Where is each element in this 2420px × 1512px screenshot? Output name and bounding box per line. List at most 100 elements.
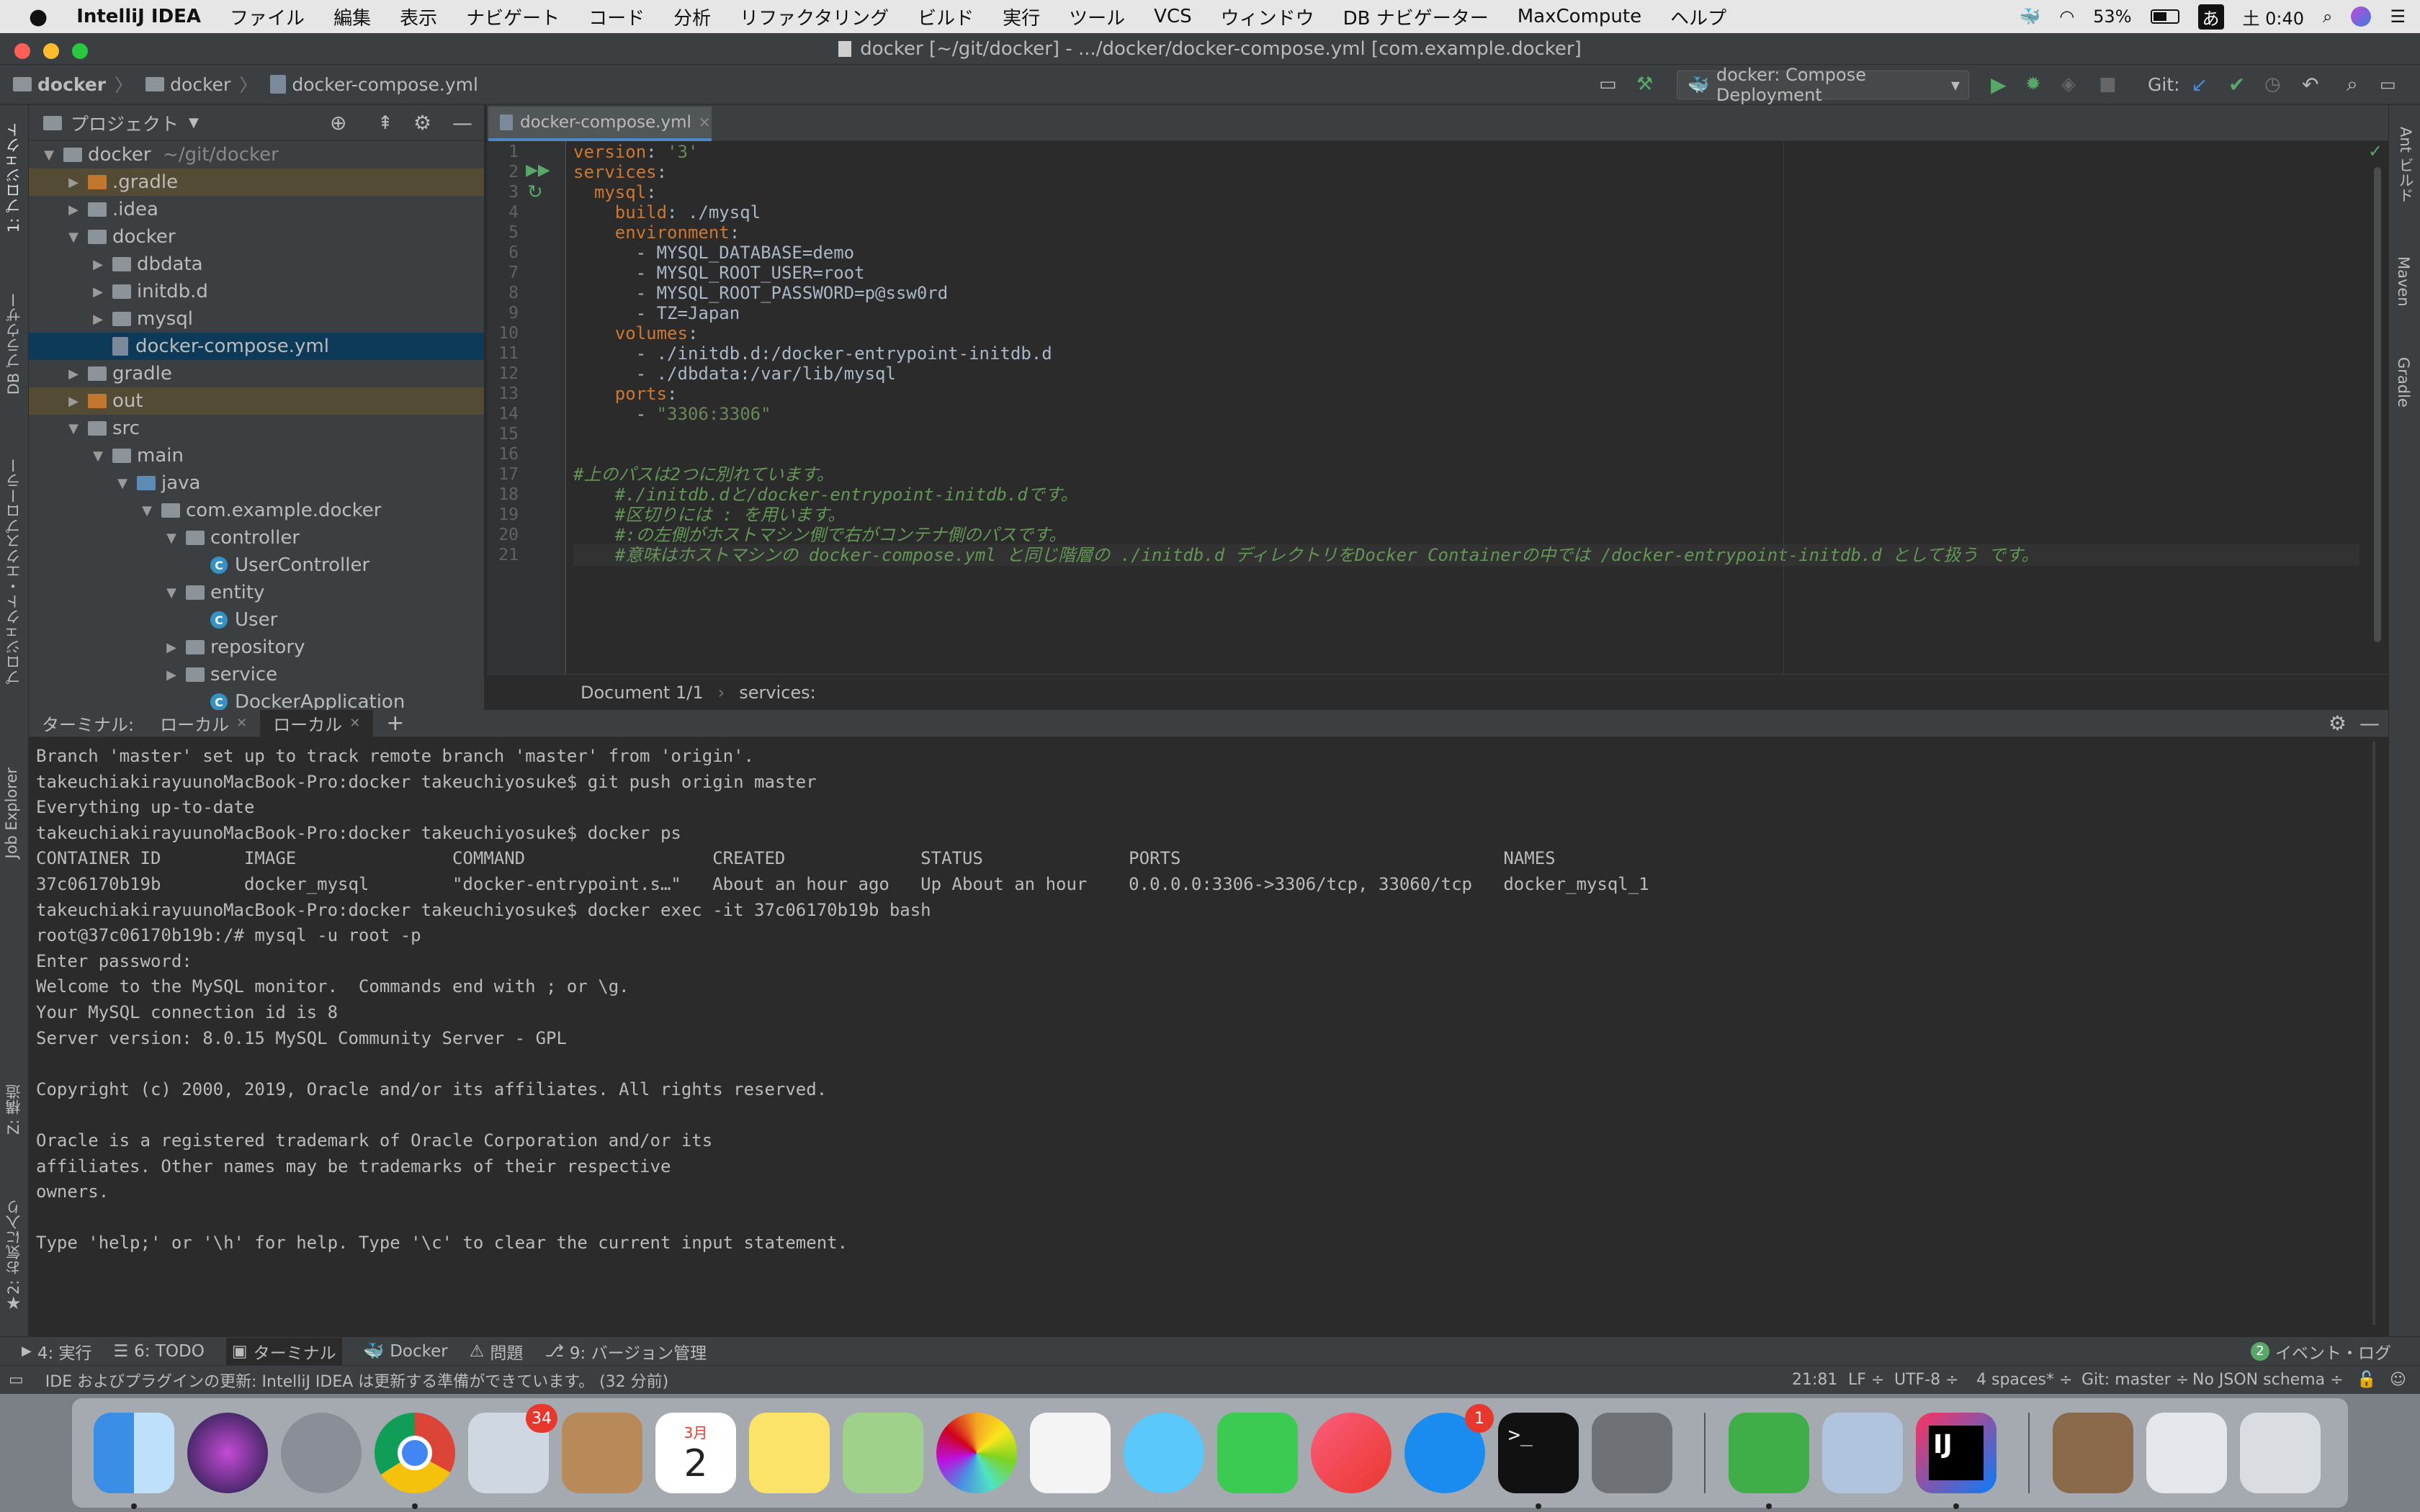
project-panel-title[interactable]: プロジェクト (71, 110, 179, 136)
expanded-arrow-icon[interactable]: ▼ (91, 449, 105, 464)
terminal-app-icon[interactable]: >_ (1498, 1413, 1579, 1493)
tab-project[interactable]: 1: プロジェクト (3, 122, 24, 233)
terminal-tab-local-1[interactable]: ローカル ✕ (147, 710, 260, 737)
terminal-output[interactable]: Branch 'master' set up to track remote b… (36, 746, 2355, 1322)
more-actions-icon[interactable]: ▭ (2380, 74, 2396, 94)
messages-icon[interactable] (1124, 1413, 1204, 1493)
wifi-icon[interactable]: ◠ (2059, 6, 2074, 27)
debug-icon[interactable]: ✹ (2025, 73, 2041, 95)
window-minimize-button[interactable] (43, 43, 59, 59)
tab-job-explorer[interactable]: Job Explorer (3, 768, 20, 858)
close-icon[interactable]: ✕ (236, 716, 247, 731)
editor-tab-docker-compose[interactable]: docker-compose.yml ✕ (488, 107, 712, 141)
menu-analyze[interactable]: 分析 (673, 4, 711, 30)
vcs-commit-icon[interactable]: ✔ (2228, 73, 2245, 96)
menu-db-navigator[interactable]: DB ナビゲーター (1343, 4, 1489, 30)
mail-icon[interactable]: 34 (468, 1404, 557, 1493)
indent-select[interactable]: 4 spaces* ÷ (1976, 1371, 2072, 1389)
window-close-button[interactable] (14, 43, 30, 59)
tree-item[interactable]: C UserController (29, 552, 484, 579)
contacts-icon[interactable] (562, 1413, 642, 1493)
menu-vcs[interactable]: VCS (1154, 6, 1191, 27)
tree-item[interactable]: docker-compose.yml (29, 333, 484, 360)
menu-refactor[interactable]: リファクタリング (740, 4, 889, 30)
gear-icon[interactable]: ⚙ (413, 111, 431, 135)
expanded-arrow-icon[interactable]: ▼ (66, 421, 81, 436)
collapsed-arrow-icon[interactable]: ▶ (91, 312, 105, 327)
tree-item[interactable]: C User (29, 606, 484, 634)
documents-stack-icon[interactable] (2146, 1413, 2227, 1493)
menu-edit[interactable]: 編集 (333, 4, 371, 30)
tab-maven[interactable]: Maven (2395, 256, 2412, 307)
expanded-arrow-icon[interactable]: ▼ (42, 148, 56, 163)
tool-problems-button[interactable]: ⚠ 問題 (470, 1339, 524, 1364)
json-schema-select[interactable]: No JSON schema ÷ (2192, 1371, 2344, 1389)
rerun-gutter-icon[interactable]: ↻ (527, 181, 543, 203)
tool-docker-button[interactable]: 🐳 Docker (364, 1341, 448, 1362)
tree-item[interactable]: ▼ com.example.docker (29, 497, 484, 524)
tree-item[interactable]: ▶ dbdata (29, 251, 484, 278)
app-store-icon[interactable]: 1 (1404, 1404, 1494, 1493)
lock-icon[interactable]: 🔓 (2357, 1371, 2376, 1389)
event-log-button[interactable]: 2 イベント・ログ (2251, 1339, 2391, 1364)
menu-maxcompute[interactable]: MaxCompute (1518, 6, 1641, 27)
tab-ant-build[interactable]: Ant ビルド (2395, 127, 2416, 203)
new-terminal-tab-icon[interactable]: + (373, 710, 417, 737)
launchpad-icon[interactable] (281, 1413, 362, 1493)
chrome-icon[interactable] (375, 1413, 455, 1493)
tree-item[interactable]: ▶ repository (29, 634, 484, 661)
collapsed-arrow-icon[interactable]: ▶ (91, 257, 105, 272)
hide-panel-icon[interactable]: — (2360, 711, 2380, 735)
vcs-revert-icon[interactable]: ↶ (2302, 73, 2318, 96)
collapsed-arrow-icon[interactable]: ▶ (164, 667, 179, 683)
menu-view[interactable]: 表示 (400, 4, 437, 30)
expanded-arrow-icon[interactable]: ▼ (164, 531, 179, 546)
tool-todo-button[interactable]: ☰ 6: TODO (114, 1342, 205, 1361)
terminal-scrollbar[interactable] (2372, 742, 2375, 1325)
menu-help[interactable]: ヘルプ (1670, 4, 1726, 30)
menu-code[interactable]: コード (588, 4, 645, 30)
preview-icon[interactable] (1822, 1413, 1903, 1493)
collapse-all-icon[interactable]: ⇞ (377, 112, 393, 134)
tree-item[interactable]: ▼ docker ~/git/docker (29, 141, 484, 168)
collapsed-arrow-icon[interactable]: ▶ (66, 366, 81, 382)
tree-item[interactable]: ▶ initdb.d (29, 278, 484, 305)
close-icon[interactable]: ✕ (699, 114, 711, 131)
tree-item[interactable]: ▶ .gradle (29, 168, 484, 196)
layout-icon[interactable]: ▭ (1599, 73, 1617, 95)
editor-scrollbar[interactable] (2374, 167, 2381, 642)
toggle-tool-windows-icon[interactable]: ▭ (9, 1371, 24, 1389)
inspector-icon[interactable]: ☺ (2390, 1371, 2406, 1389)
expanded-arrow-icon[interactable]: ▼ (140, 503, 154, 518)
tree-item[interactable]: ▼ docker (29, 223, 484, 251)
gear-icon[interactable]: ⚙ (2329, 711, 2347, 735)
run-configuration-select[interactable]: 🐳 docker: Compose Deployment ▾ (1677, 65, 1969, 105)
expanded-arrow-icon[interactable]: ▼ (66, 230, 81, 245)
tree-item[interactable]: C DockerApplication (29, 688, 484, 710)
input-method-indicator[interactable]: あ (2197, 4, 2224, 30)
expanded-arrow-icon[interactable]: ▼ (164, 585, 179, 600)
apple-menu-icon[interactable]: ● (29, 4, 48, 30)
battery-icon[interactable] (2150, 9, 2179, 24)
stop-icon[interactable]: ■ (2099, 73, 2117, 95)
facetime-icon[interactable] (1217, 1413, 1298, 1493)
breadcrumb-folder[interactable]: docker (145, 74, 230, 95)
terminal-tab-local-2[interactable]: ローカル ✕ (260, 709, 374, 737)
tree-item[interactable]: ▼ entity (29, 579, 484, 606)
chevron-down-icon[interactable]: ▼ (189, 115, 199, 130)
menu-build[interactable]: ビルド (918, 4, 974, 30)
menu-tools[interactable]: ツール (1069, 4, 1125, 30)
tree-item[interactable]: ▶ mysql (29, 305, 484, 333)
tool-run-button[interactable]: ▶ 4: 実行 (22, 1339, 92, 1364)
hide-panel-icon[interactable]: — (452, 111, 472, 135)
caret-position[interactable]: 21:81 (1792, 1371, 1837, 1389)
music-icon[interactable] (1311, 1413, 1392, 1493)
notification-center-icon[interactable]: ☰ (2390, 6, 2406, 27)
tab-db-browser[interactable]: DB ブラウザー (3, 292, 24, 395)
spotlight-search-icon[interactable]: ⌕ (2323, 6, 2332, 27)
siri-icon[interactable] (2351, 6, 2372, 27)
run-icon[interactable]: ▶ (1991, 73, 2007, 96)
breadcrumb-project[interactable]: docker (13, 74, 106, 95)
tree-item[interactable]: ▶ gradle (29, 360, 484, 387)
siri-app-icon[interactable] (187, 1413, 268, 1493)
